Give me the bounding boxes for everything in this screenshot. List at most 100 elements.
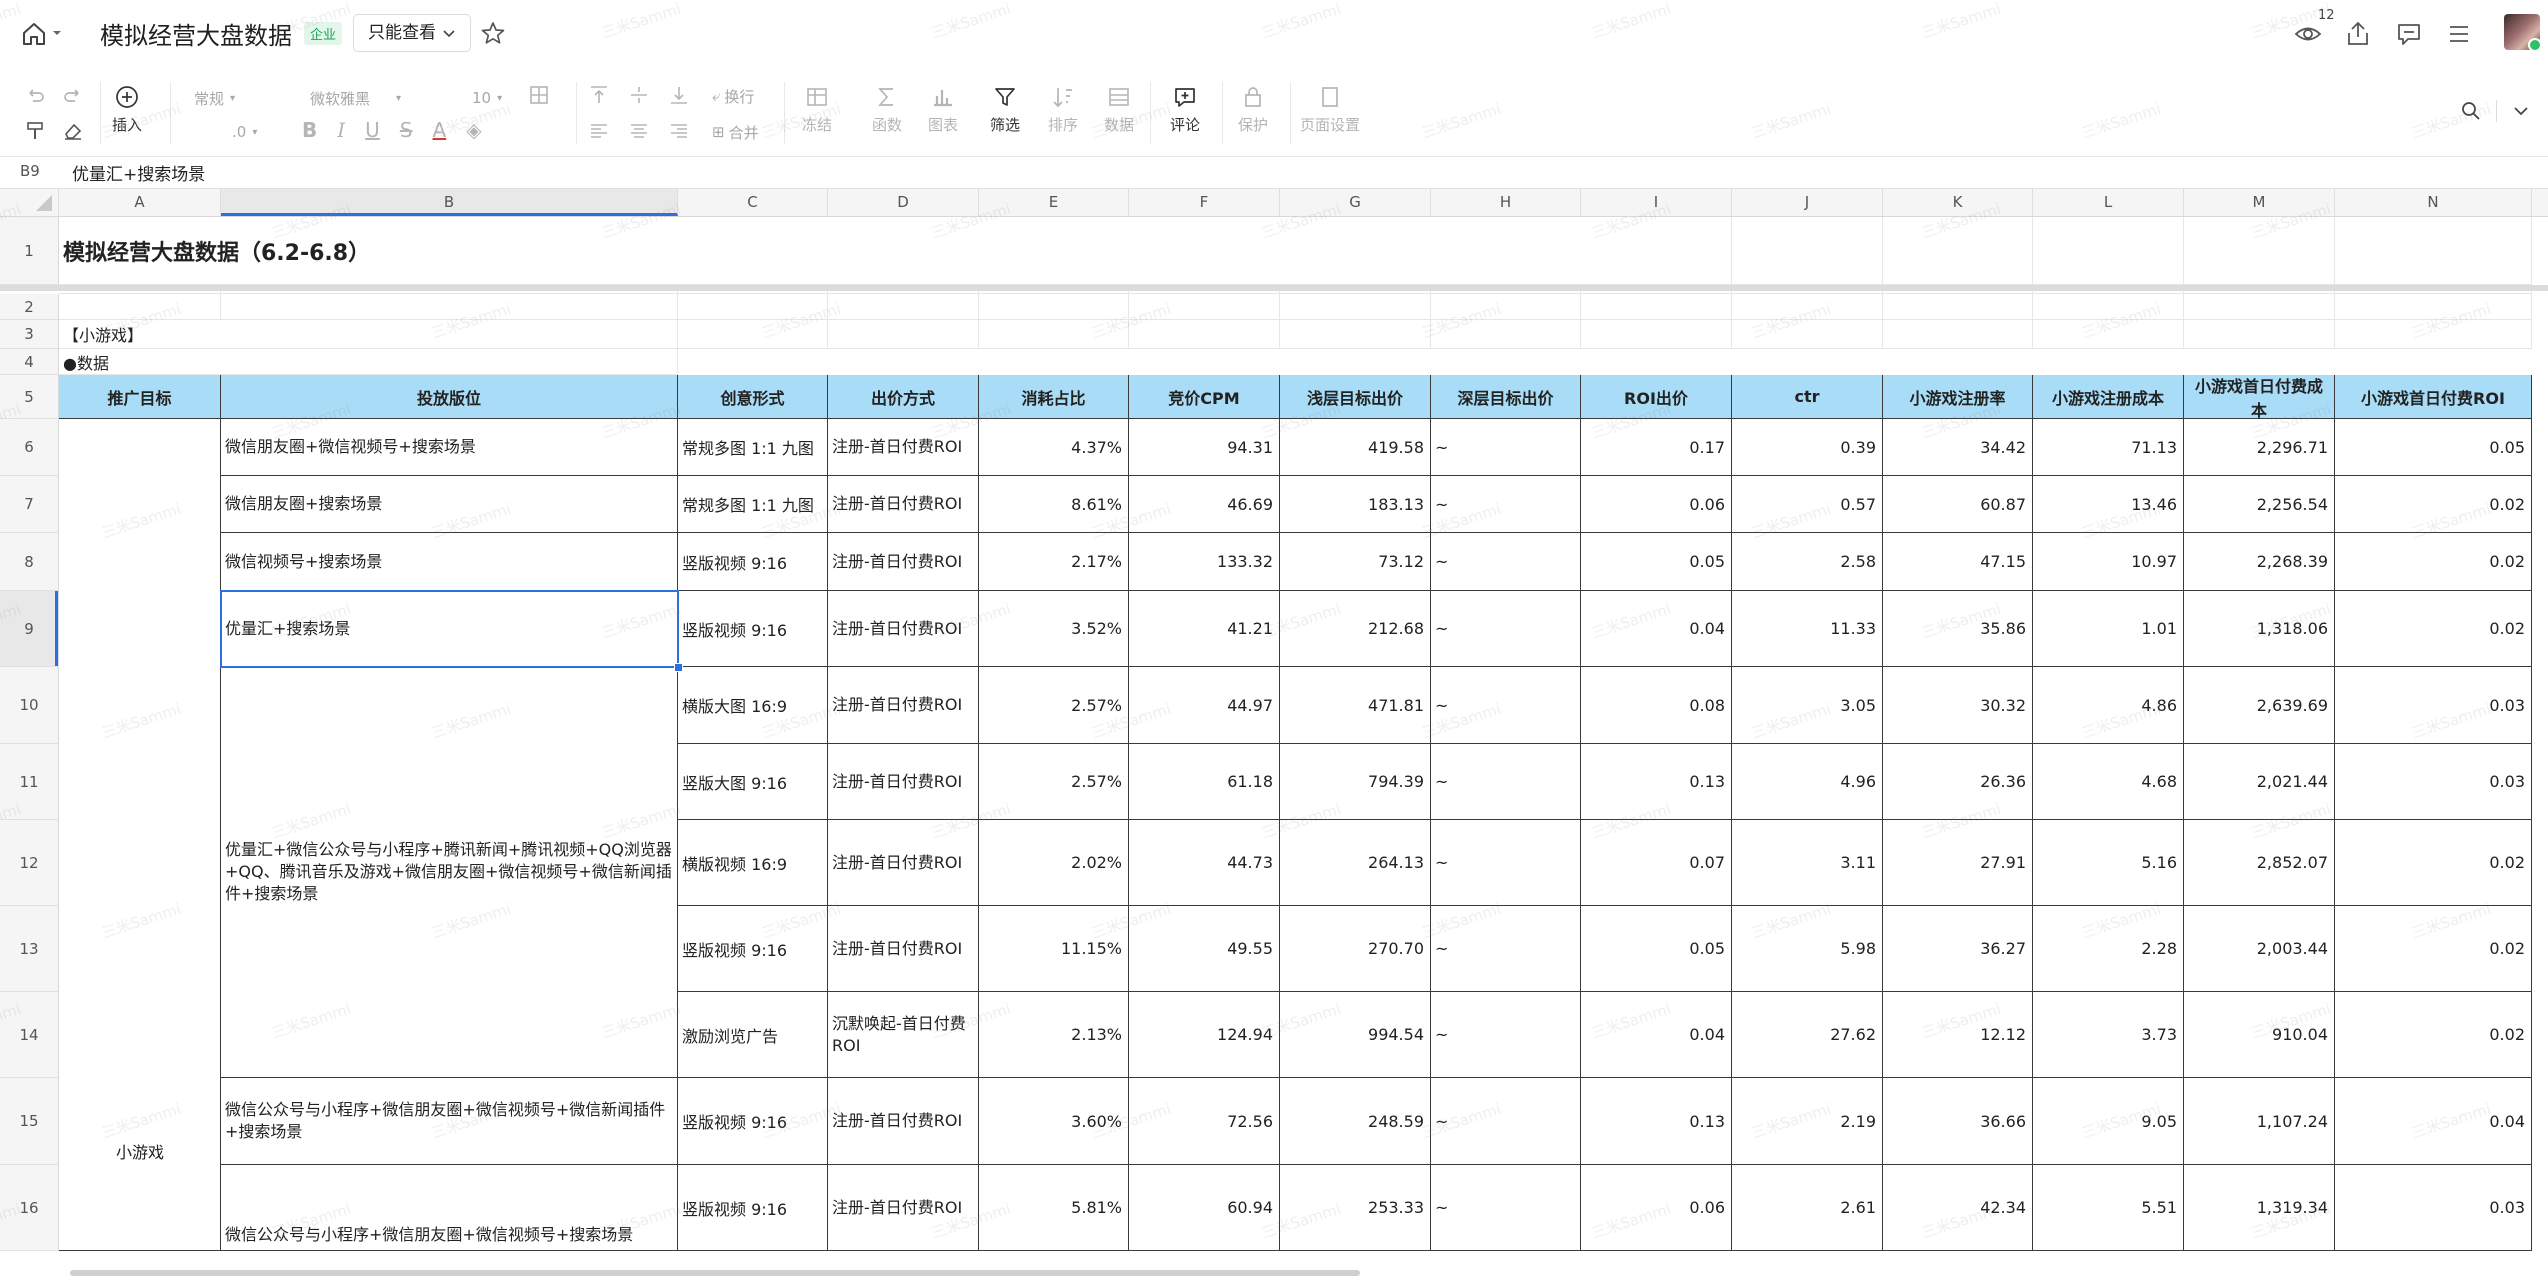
sub-label[interactable]: ●数据 (59, 349, 678, 375)
bid-method-cell[interactable]: 注册-首日付费ROI (828, 1078, 979, 1165)
empty-cell[interactable] (2184, 320, 2335, 349)
column-title[interactable]: 深层目标出价 (1431, 375, 1581, 419)
select-all-corner[interactable] (0, 189, 59, 216)
pay-roi-cell[interactable]: 0.04 (2335, 1078, 2532, 1165)
cell-reference[interactable]: B9 (20, 162, 40, 180)
row-header-2[interactable]: 2 (0, 294, 59, 320)
shallow-bid-cell[interactable]: 212.68 (1280, 591, 1431, 667)
column-header-k[interactable]: K (1883, 189, 2033, 216)
border-icon[interactable] (528, 84, 550, 106)
cpm-cell[interactable]: 133.32 (1129, 533, 1280, 591)
deep-bid-cell[interactable]: ~ (1431, 1078, 1581, 1165)
cost-share-cell[interactable]: 5.81% (979, 1165, 1129, 1251)
pay-roi-cell[interactable]: 0.05 (2335, 419, 2532, 476)
reg-cost-cell[interactable]: 2.28 (2033, 906, 2184, 992)
empty-cell[interactable] (1581, 217, 1732, 285)
align-left-icon[interactable] (588, 120, 610, 142)
creative-cell[interactable]: 竖版视频 9:16 (678, 1165, 828, 1251)
column-header-h[interactable]: H (1431, 189, 1581, 216)
placement-cell[interactable]: 微信朋友圈+搜索场景 (221, 476, 678, 533)
roi-bid-cell[interactable]: 0.13 (1581, 1078, 1732, 1165)
row-header-4[interactable]: 4 (0, 349, 59, 375)
reg-rate-cell[interactable]: 60.87 (1883, 476, 2033, 533)
pay-roi-cell[interactable]: 0.03 (2335, 744, 2532, 820)
column-header-g[interactable]: G (1280, 189, 1431, 216)
pay-roi-cell[interactable]: 0.02 (2335, 992, 2532, 1078)
roi-bid-cell[interactable]: 0.13 (1581, 744, 1732, 820)
cpm-cell[interactable]: 124.94 (1129, 992, 1280, 1078)
creative-cell[interactable]: 常规多图 1:1 九图 (678, 476, 828, 533)
reg-cost-cell[interactable]: 3.73 (2033, 992, 2184, 1078)
ctr-cell[interactable]: 4.96 (1732, 744, 1883, 820)
pay-cost-cell[interactable]: 2,639.69 (2184, 667, 2335, 744)
reg-cost-cell[interactable]: 5.51 (2033, 1165, 2184, 1251)
shallow-bid-cell[interactable]: 794.39 (1280, 744, 1431, 820)
section-label[interactable]: 【小游戏】 (59, 320, 678, 349)
empty-cell[interactable] (1732, 294, 1883, 320)
data-button[interactable]: 数据 (1104, 84, 1134, 135)
shallow-bid-cell[interactable]: 183.13 (1280, 476, 1431, 533)
shallow-bid-cell[interactable]: 471.81 (1280, 667, 1431, 744)
row-header-13[interactable]: 13 (0, 906, 59, 992)
creative-cell[interactable]: 竖版视频 9:16 (678, 1078, 828, 1165)
row-header-9[interactable]: 9 (0, 591, 59, 667)
column-title[interactable]: 浅层目标出价 (1280, 375, 1431, 419)
pay-cost-cell[interactable]: 910.04 (2184, 992, 2335, 1078)
empty-cell[interactable] (828, 320, 979, 349)
column-header-a[interactable]: A (59, 189, 221, 216)
menu-icon[interactable] (2445, 20, 2473, 48)
roi-bid-cell[interactable]: 0.05 (1581, 906, 1732, 992)
column-header-l[interactable]: L (2033, 189, 2184, 216)
formula-input[interactable]: 优量汇+搜索场景 (72, 160, 205, 185)
empty-cell[interactable] (1129, 294, 1280, 320)
pay-cost-cell[interactable]: 2,003.44 (2184, 906, 2335, 992)
sort-button[interactable]: 排序 (1048, 84, 1078, 135)
pay-cost-cell[interactable]: 1,107.24 (2184, 1078, 2335, 1165)
reg-rate-cell[interactable]: 35.86 (1883, 591, 2033, 667)
strikethrough-icon[interactable]: S (400, 118, 413, 142)
bid-method-cell[interactable]: 沉默唤起-首日付费ROI (828, 992, 979, 1078)
roi-bid-cell[interactable]: 0.04 (1581, 591, 1732, 667)
freeze-divider[interactable] (0, 285, 2548, 291)
align-middle-icon[interactable] (628, 84, 650, 106)
cost-share-cell[interactable]: 8.61% (979, 476, 1129, 533)
reg-cost-cell[interactable]: 71.13 (2033, 419, 2184, 476)
empty-cell[interactable] (1581, 294, 1732, 320)
bid-method-cell[interactable]: 注册-首日付费ROI (828, 591, 979, 667)
cpm-cell[interactable]: 72.56 (1129, 1078, 1280, 1165)
row-header-7[interactable]: 7 (0, 476, 59, 533)
eraser-icon[interactable] (62, 120, 84, 142)
column-header-c[interactable]: C (678, 189, 828, 216)
deep-bid-cell[interactable]: ~ (1431, 906, 1581, 992)
cost-share-cell[interactable]: 3.52% (979, 591, 1129, 667)
column-title[interactable]: 小游戏首日付费成本 (2184, 375, 2335, 419)
ctr-cell[interactable]: 11.33 (1732, 591, 1883, 667)
column-title[interactable]: 消耗占比 (979, 375, 1129, 419)
insert-button[interactable]: 插入 (112, 84, 142, 135)
pay-cost-cell[interactable]: 2,256.54 (2184, 476, 2335, 533)
ctr-cell[interactable]: 3.11 (1732, 820, 1883, 906)
font-family-select[interactable]: 微软雅黑 ▾ (310, 86, 450, 110)
empty-cell[interactable] (2033, 294, 2184, 320)
empty-cell[interactable] (1732, 217, 1883, 285)
sheet-title[interactable]: 模拟经营大盘数据（6.2-6.8） (59, 217, 1581, 285)
pay-cost-cell[interactable]: 2,296.71 (2184, 419, 2335, 476)
cpm-cell[interactable]: 94.31 (1129, 419, 1280, 476)
column-header-n[interactable]: N (2335, 189, 2532, 216)
avatar[interactable] (2504, 14, 2542, 52)
pay-roi-cell[interactable]: 0.02 (2335, 820, 2532, 906)
pay-cost-cell[interactable]: 2,268.39 (2184, 533, 2335, 591)
placement-cell[interactable]: 微信朋友圈+微信视频号+搜索场景 (221, 419, 678, 476)
wrap-button[interactable]: ⤶ 换行 (712, 84, 754, 108)
filter-button[interactable]: 筛选 (990, 84, 1020, 135)
empty-cell[interactable] (979, 294, 1129, 320)
empty-cell[interactable] (1883, 294, 2033, 320)
deep-bid-cell[interactable]: ~ (1431, 744, 1581, 820)
deep-bid-cell[interactable]: ~ (1431, 476, 1581, 533)
cpm-cell[interactable]: 44.97 (1129, 667, 1280, 744)
ctr-cell[interactable]: 5.98 (1732, 906, 1883, 992)
column-header-j[interactable]: J (1732, 189, 1883, 216)
shallow-bid-cell[interactable]: 419.58 (1280, 419, 1431, 476)
column-header-m[interactable]: M (2184, 189, 2335, 216)
decimal-select[interactable]: .0 ▾ (232, 120, 272, 144)
